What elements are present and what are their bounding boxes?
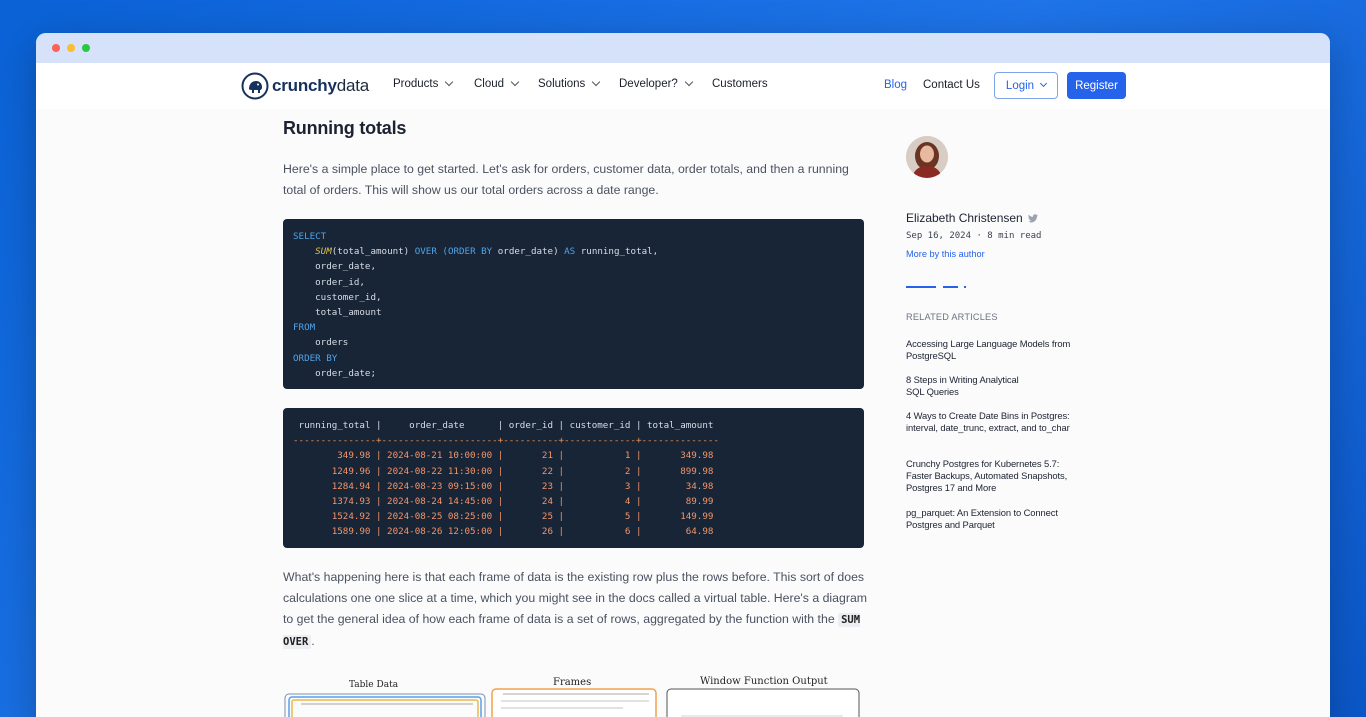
maximize-dot[interactable] xyxy=(82,44,90,52)
related-article-link[interactable]: pg_parquet: An Extension to Connect Post… xyxy=(906,507,1078,531)
nav-item-developer[interactable]: Developer? xyxy=(619,77,694,90)
sql-keyword: SELECT xyxy=(293,231,327,242)
top-navigation: crunchydata Products Cloud Solutions Dev… xyxy=(36,63,1330,109)
sql-function: SUM xyxy=(315,246,332,258)
divider-dash xyxy=(964,286,966,288)
sql-text: (total_amount) xyxy=(331,246,415,258)
result-separator: ---------------+---------------------+--… xyxy=(293,435,719,447)
intro-paragraph: Here's a simple place to get started. Le… xyxy=(283,162,849,197)
nav-item-solutions[interactable]: Solutions xyxy=(538,77,601,90)
window-titlebar xyxy=(36,33,1330,63)
sql-keyword: ORDER BY xyxy=(447,246,493,258)
explanation-end: . xyxy=(311,634,315,648)
sql-keyword: ORDER BY xyxy=(293,352,338,364)
result-row: 349.98 | 2024-08-21 10:00:00 | 21 | 1 | … xyxy=(293,450,714,462)
divider-dash xyxy=(906,286,936,288)
nav-item-label: Cloud xyxy=(474,78,505,90)
twitter-icon[interactable] xyxy=(1027,213,1038,223)
minimize-dot[interactable] xyxy=(67,44,75,52)
explanation-text: What's happening here is that each frame… xyxy=(283,570,868,626)
divider-dash xyxy=(943,286,958,288)
table-data-highlight xyxy=(291,699,479,717)
sql-text: order_date; xyxy=(315,367,376,379)
blog-link[interactable]: Blog xyxy=(884,79,907,91)
logo-wordmark: crunchydata xyxy=(272,76,369,96)
register-button[interactable]: Register xyxy=(1067,72,1126,99)
sql-text: running_total, xyxy=(575,246,659,258)
more-by-author-link[interactable]: More by this author xyxy=(906,249,985,259)
result-row: 1524.92 | 2024-08-25 08:25:00 | 25 | 5 |… xyxy=(293,511,714,523)
logo-word-crunchy: crunchy xyxy=(272,76,337,95)
sql-keyword: AS xyxy=(564,246,576,258)
result-row: 1249.96 | 2024-08-22 11:30:00 | 22 | 2 |… xyxy=(293,465,714,477)
sql-column: order_id, xyxy=(315,276,365,288)
chevron-down-icon xyxy=(445,77,454,87)
related-article-link[interactable]: 8 Steps in Writing Analytical SQL Querie… xyxy=(906,374,1031,398)
nav-item-cloud[interactable]: Cloud xyxy=(474,77,520,90)
sql-table: orders xyxy=(315,337,349,349)
article-meta: Sep 16, 2024 · 8 min read xyxy=(906,231,1042,241)
nav-item-label: Products xyxy=(393,78,439,90)
contact-us-link[interactable]: Contact Us xyxy=(923,79,980,91)
diagram-boxes xyxy=(284,688,860,717)
sql-text: order_date) xyxy=(492,246,565,258)
result-row: 1374.93 | 2024-08-24 14:45:00 | 24 | 4 |… xyxy=(293,496,714,508)
author-name[interactable]: Elizabeth Christensen xyxy=(906,211,1038,225)
author-photo-icon xyxy=(906,136,948,178)
login-label: Login xyxy=(1005,79,1035,92)
result-row: 1284.94 | 2024-08-23 09:15:00 | 23 | 3 |… xyxy=(293,480,714,492)
result-header: running_total | order_date | order_id | … xyxy=(293,420,714,431)
sql-text: ( xyxy=(436,246,448,258)
related-article-link[interactable]: 4 Ways to Create Date Bins in Postgres: … xyxy=(906,410,1078,434)
sql-keyword: OVER xyxy=(414,246,437,258)
nav-item-label: Developer? xyxy=(619,78,678,90)
chevron-down-icon xyxy=(510,77,520,87)
section-heading: Running totals xyxy=(283,118,407,138)
frames-box xyxy=(491,688,657,717)
query-result-block[interactable]: running_total | order_date | order_id | … xyxy=(283,408,864,548)
window-function-diagram: Table Data Frames Window Function Output xyxy=(283,674,864,717)
related-article-link[interactable]: Accessing Large Language Models from Pos… xyxy=(906,338,1081,362)
author-avatar[interactable] xyxy=(906,136,948,178)
sql-column: order_date, xyxy=(315,261,376,273)
result-row: 1589.90 | 2024-08-26 12:05:00 | 26 | 6 |… xyxy=(293,526,714,538)
nav-item-label: Customers xyxy=(712,78,768,90)
nav-item-products[interactable]: Products xyxy=(393,77,454,90)
elephant-logo-icon xyxy=(241,72,269,100)
sql-column: customer_id, xyxy=(315,291,382,303)
nav-item-customers[interactable]: Customers xyxy=(712,78,768,90)
author-name-text: Elizabeth Christensen xyxy=(906,211,1023,225)
login-button[interactable]: Login xyxy=(994,72,1058,99)
chevron-down-icon xyxy=(592,77,601,87)
chevron-down-icon xyxy=(1040,79,1048,88)
sql-column: total_amount xyxy=(315,307,382,319)
explanation-paragraph: What's happening here is that each frame… xyxy=(283,567,873,653)
output-box xyxy=(666,688,860,717)
crunchy-data-logo[interactable]: crunchydata xyxy=(241,71,369,101)
nav-item-label: Solutions xyxy=(538,78,586,90)
related-article-link[interactable]: Crunchy Postgres for Kubernetes 5.7: Fas… xyxy=(906,458,1078,494)
browser-window: crunchydata Products Cloud Solutions Dev… xyxy=(36,33,1330,717)
chevron-down-icon xyxy=(684,77,694,87)
close-dot[interactable] xyxy=(52,44,60,52)
sql-keyword: FROM xyxy=(293,322,316,334)
page-content: Running totals Here's a simple place to … xyxy=(36,109,1330,717)
related-articles-heading: RELATED ARTICLES xyxy=(906,312,998,322)
sql-code-block[interactable]: SELECT SUM(total_amount) OVER (ORDER BY … xyxy=(283,219,864,389)
logo-word-data: data xyxy=(336,76,370,95)
